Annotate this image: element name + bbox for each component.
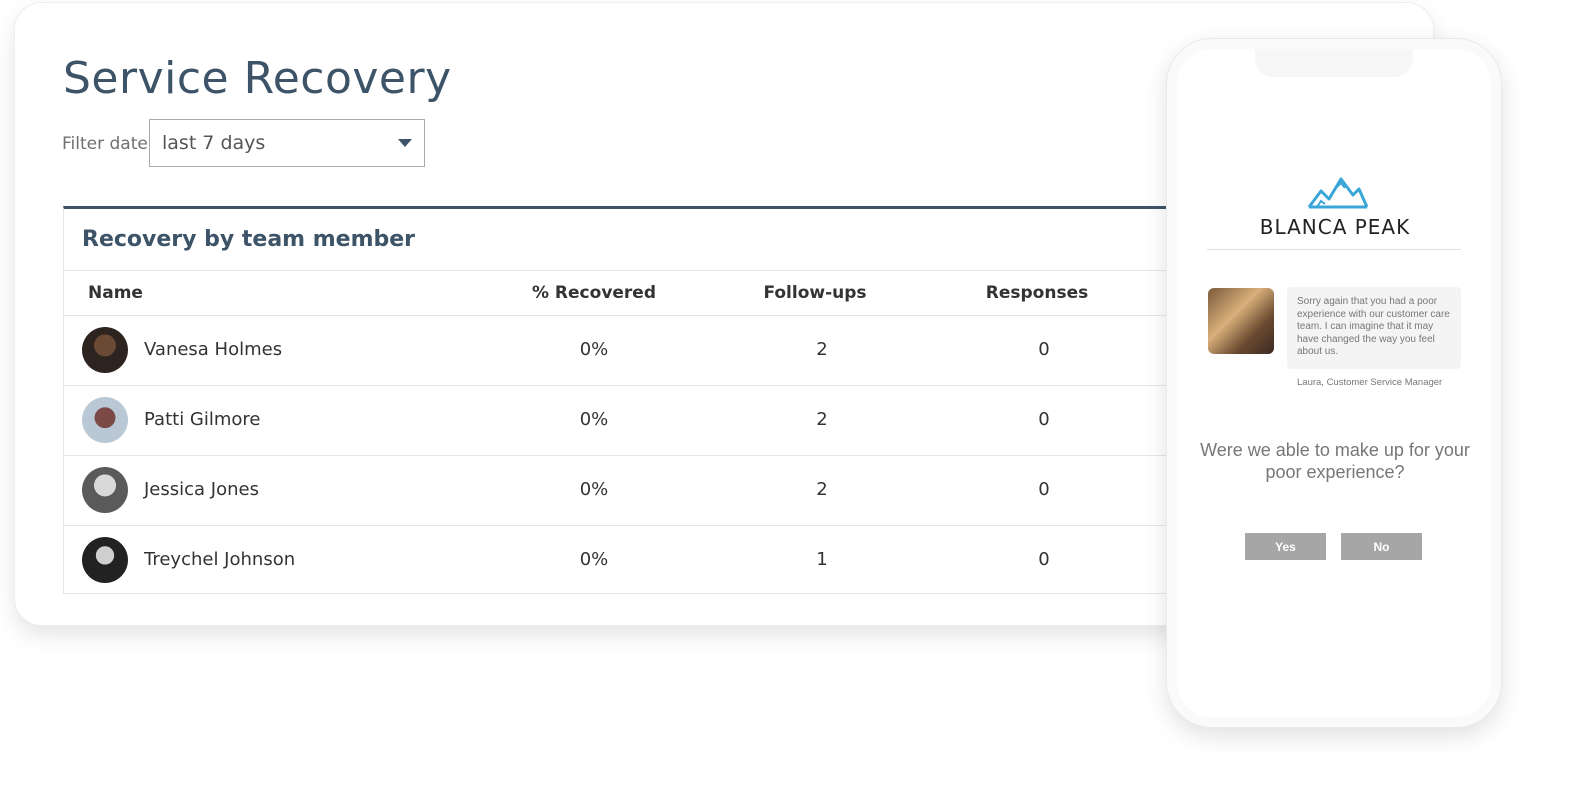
followups-value: 2 (816, 479, 828, 500)
filter-date-label: Filter date (62, 134, 148, 154)
table-header: Name % Recovered Follow-ups Responses (64, 271, 1183, 316)
page-title: Service Recovery (63, 53, 452, 104)
responses-value: 0 (1038, 339, 1050, 360)
no-button[interactable]: No (1341, 533, 1422, 560)
followups-value: 1 (816, 549, 828, 570)
agent-message-bubble: Sorry again that you had a poor experien… (1287, 287, 1461, 369)
followups-value: 2 (816, 409, 828, 430)
table-row[interactable]: Vanesa Holmes 0% 2 0 (64, 316, 1183, 386)
table-row[interactable]: Patti Gilmore 0% 2 0 (64, 386, 1183, 456)
survey-question: Were we able to make up for your poor ex… (1200, 440, 1470, 482)
phone-notch (1255, 49, 1413, 77)
avatar (82, 537, 128, 583)
column-header-responses[interactable]: Responses (934, 283, 1140, 303)
member-name: Vanesa Holmes (144, 339, 283, 360)
brand-name: BLANCA PEAK (1259, 215, 1411, 239)
recovered-value: 0% (579, 339, 609, 360)
recovered-value: 0% (579, 409, 609, 430)
responses-value: 0 (1038, 549, 1050, 570)
table-row[interactable]: Jessica Jones 0% 2 0 (64, 456, 1183, 526)
member-name: Patti Gilmore (144, 409, 261, 430)
divider (1207, 249, 1461, 250)
agent-avatar (1208, 288, 1274, 354)
table-row[interactable]: Treychel Johnson 0% 1 0 (64, 526, 1183, 595)
recovered-value: 0% (579, 549, 609, 570)
mountain-logo-icon (1307, 177, 1369, 209)
member-name: Jessica Jones (144, 479, 259, 500)
column-header-recovered[interactable]: % Recovered (488, 283, 700, 303)
member-name: Treychel Johnson (144, 549, 296, 570)
responses-value: 0 (1038, 479, 1050, 500)
avatar (82, 397, 128, 443)
avatar (82, 467, 128, 513)
yes-button[interactable]: Yes (1245, 533, 1326, 560)
recovery-table-panel: Recovery by team member Name % Recovered… (63, 206, 1183, 594)
filter-date-value: last 7 days (162, 132, 266, 154)
chevron-down-icon[interactable] (398, 139, 412, 147)
phone-mockup: BLANCA PEAK Sorry again that you had a p… (1166, 38, 1502, 728)
column-header-name[interactable]: Name (88, 283, 143, 303)
recovered-value: 0% (579, 479, 609, 500)
column-header-followups[interactable]: Follow-ups (712, 283, 918, 303)
filter-date-select[interactable]: last 7 days (149, 119, 425, 167)
responses-value: 0 (1038, 409, 1050, 430)
avatar (82, 327, 128, 373)
agent-message-text: Sorry again that you had a poor experien… (1297, 296, 1450, 357)
agent-signature: Laura, Customer Service Manager (1297, 377, 1443, 388)
followups-value: 2 (816, 339, 828, 360)
panel-title: Recovery by team member (82, 227, 416, 252)
